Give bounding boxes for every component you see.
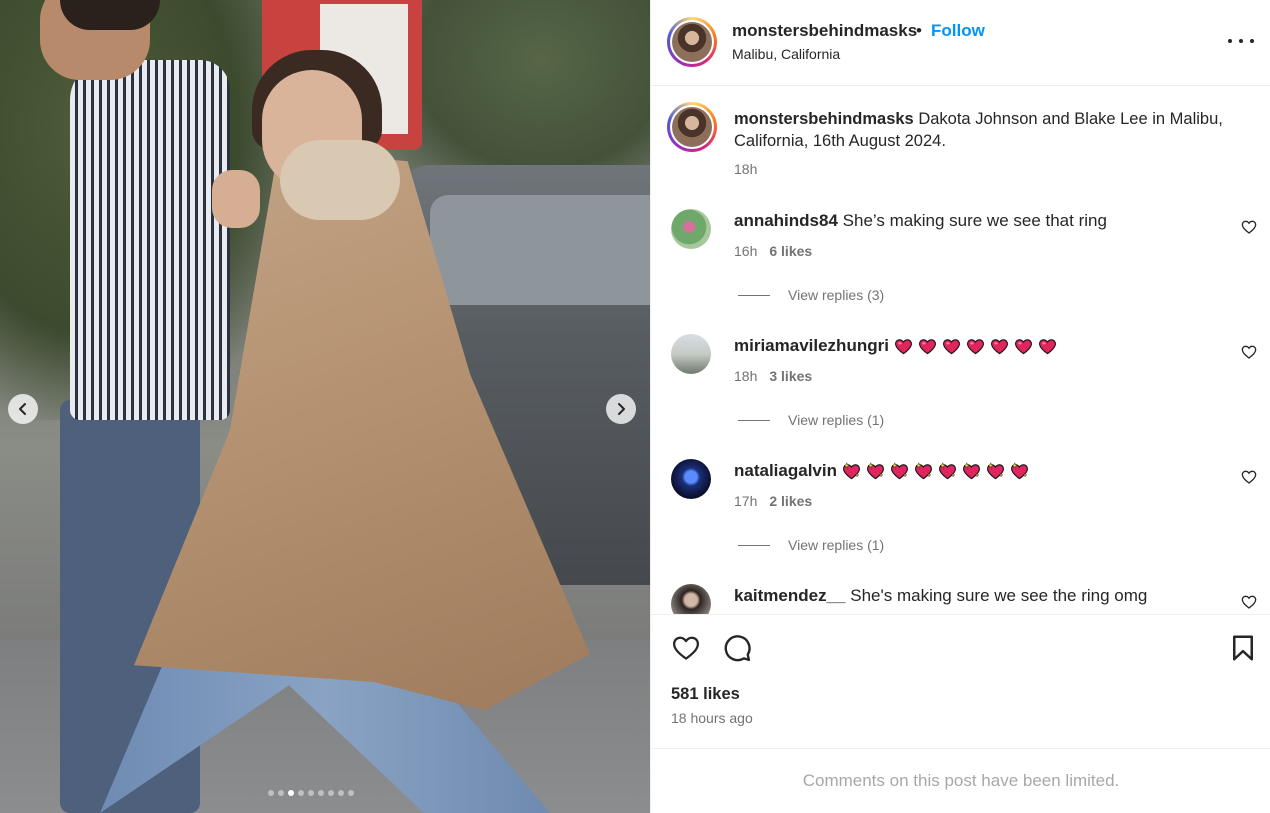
carousel-dot — [288, 790, 294, 796]
comments-limited-notice: Comments on this post have been limited. — [651, 748, 1270, 813]
comment-like-heart-icon[interactable] — [1241, 219, 1257, 235]
carousel-dot — [318, 790, 324, 796]
sparkling-heart-emoji-icon — [867, 462, 884, 480]
comment-likes[interactable]: 3 likes — [769, 368, 812, 384]
comment-like-heart-icon[interactable] — [1241, 594, 1257, 610]
carousel-dot — [308, 790, 314, 796]
comment-body: She’s making sure we see that ring — [842, 211, 1107, 230]
comment-meta: 18h 3 likes — [734, 368, 812, 384]
comment-body: She's making sure we see the ring omg — [850, 586, 1148, 605]
sparkling-heart-emoji-icon — [987, 462, 1004, 480]
view-replies-button[interactable]: View replies (1) — [738, 537, 884, 553]
post-caption: monstersbehindmasks Dakota Johnson and B… — [651, 87, 1270, 197]
more-options-icon[interactable] — [1228, 30, 1254, 52]
chevron-right-icon — [618, 403, 625, 415]
comments-list[interactable]: monstersbehindmasks Dakota Johnson and B… — [651, 87, 1270, 614]
avatar[interactable] — [671, 459, 711, 499]
sparkling-heart-emoji-icon — [939, 462, 956, 480]
comment-meta: 17h 2 likes — [734, 493, 812, 509]
avatar[interactable] — [667, 17, 717, 67]
caption-text: monstersbehindmasks Dakota Johnson and B… — [734, 108, 1244, 152]
view-replies-label: View replies (1) — [788, 537, 885, 553]
comment-like-heart-icon[interactable] — [1241, 344, 1257, 360]
red-heart-emoji-icon — [1038, 339, 1056, 355]
photo-car-window — [430, 195, 650, 305]
avatar[interactable] — [671, 334, 711, 374]
sparkling-heart-emoji-icon — [891, 462, 908, 480]
carousel-indicator — [268, 790, 354, 796]
post-actions: 581 likes 18 hours ago — [651, 614, 1270, 748]
follow-button[interactable]: Follow — [931, 21, 985, 41]
red-heart-emoji-icon — [990, 339, 1008, 355]
location-link[interactable]: Malibu, California — [732, 46, 840, 62]
comment-emojis — [841, 462, 1030, 481]
view-replies-label: View replies (1) — [788, 412, 885, 428]
sparkling-heart-emoji-icon — [915, 462, 932, 480]
comment-text: nataliagalvin — [734, 461, 1030, 481]
view-replies-button[interactable]: View replies (1) — [738, 412, 884, 428]
comment-likes[interactable]: 6 likes — [769, 243, 812, 259]
caption-time[interactable]: 18h — [734, 161, 757, 177]
divider — [738, 294, 770, 296]
carousel-dot — [338, 790, 344, 796]
bookmark-icon[interactable] — [1228, 633, 1258, 663]
post-timestamp[interactable]: 18 hours ago — [671, 710, 753, 726]
comment-meta: 16h 6 likes — [734, 243, 812, 259]
comment-time[interactable]: 18h — [734, 368, 757, 384]
avatar[interactable] — [667, 102, 717, 152]
red-heart-emoji-icon — [1014, 339, 1032, 355]
caption-username[interactable]: monstersbehindmasks — [734, 110, 914, 128]
next-image-button[interactable] — [606, 394, 636, 424]
sparkling-heart-emoji-icon — [1011, 462, 1028, 480]
carousel-dot — [298, 790, 304, 796]
chevron-left-icon — [19, 403, 26, 415]
comment-bubble-icon[interactable] — [722, 633, 752, 663]
comment-item: kaitmendez__ She's making sure we see th… — [651, 584, 1270, 614]
comment-text: miriamavilezhungri — [734, 336, 1058, 356]
red-heart-emoji-icon — [894, 339, 912, 355]
view-replies-button[interactable]: View replies (3) — [738, 287, 884, 303]
like-heart-icon[interactable] — [671, 633, 701, 663]
photo-coat-collar — [280, 140, 400, 220]
comment-username[interactable]: annahinds84 — [734, 211, 838, 230]
comment-like-heart-icon[interactable] — [1241, 469, 1257, 485]
comment-item: nataliagalvin 17h 2 likes View replies (1… — [651, 459, 1270, 579]
post-image[interactable] — [0, 0, 650, 813]
comment-username[interactable]: nataliagalvin — [734, 461, 837, 480]
comment-username[interactable]: kaitmendez__ — [734, 586, 846, 605]
avatar[interactable] — [671, 209, 711, 249]
comment-item: annahinds84 She’s making sure we see tha… — [651, 209, 1270, 329]
sparkling-heart-emoji-icon — [963, 462, 980, 480]
photo-man-hair — [60, 0, 160, 30]
likes-count[interactable]: 581 likes — [671, 685, 740, 704]
comment-item: miriamavilezhungri 18h 3 likes View repli… — [651, 334, 1270, 454]
divider — [738, 544, 770, 546]
post-header: monstersbehindmasks • Follow Malibu, Cal… — [651, 0, 1270, 86]
divider — [738, 419, 770, 421]
author-username[interactable]: monstersbehindmasks — [732, 21, 917, 41]
comment-username[interactable]: miriamavilezhungri — [734, 336, 889, 355]
comment-text: annahinds84 She’s making sure we see tha… — [734, 211, 1107, 231]
comment-likes[interactable]: 2 likes — [769, 493, 812, 509]
carousel-dot — [278, 790, 284, 796]
red-heart-emoji-icon — [918, 339, 936, 355]
avatar[interactable] — [671, 584, 711, 614]
post-details-panel: monstersbehindmasks • Follow Malibu, Cal… — [650, 0, 1270, 813]
carousel-dot — [328, 790, 334, 796]
comment-time[interactable]: 16h — [734, 243, 757, 259]
comment-text: kaitmendez__ She's making sure we see th… — [734, 586, 1147, 606]
previous-image-button[interactable] — [8, 394, 38, 424]
separator-dot: • — [916, 21, 922, 40]
view-replies-label: View replies (3) — [788, 287, 885, 303]
red-heart-emoji-icon — [966, 339, 984, 355]
comment-emojis — [893, 337, 1058, 356]
sparkling-heart-emoji-icon — [843, 462, 860, 480]
carousel-dot — [268, 790, 274, 796]
carousel-dot — [348, 790, 354, 796]
photo-man-shirt — [70, 60, 230, 420]
red-heart-emoji-icon — [942, 339, 960, 355]
photo-hand — [212, 170, 260, 228]
comment-time[interactable]: 17h — [734, 493, 757, 509]
